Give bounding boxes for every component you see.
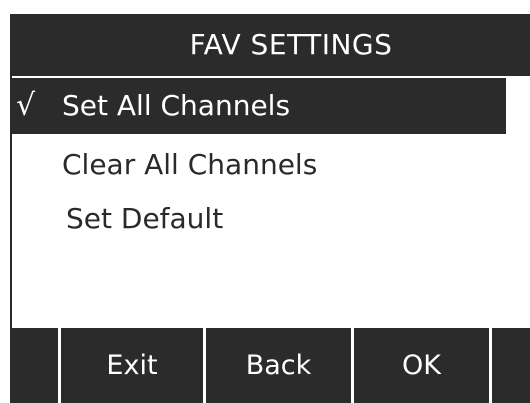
ok-button[interactable]: OK <box>354 328 489 403</box>
settings-menu: √ Set All Channels Clear All Channels Se… <box>12 78 530 246</box>
back-button[interactable]: Back <box>206 328 351 403</box>
softkey-blank-left <box>12 328 58 403</box>
title-bar: FAV SETTINGS <box>12 14 530 76</box>
menu-item-label: Clear All Channels <box>62 148 318 181</box>
softkey-blank-right <box>492 328 530 403</box>
checkmark-icon: √ <box>16 88 36 123</box>
menu-item-set-default[interactable]: Set Default <box>12 192 530 246</box>
softkey-bar: Exit Back OK <box>12 328 530 403</box>
menu-item-set-all-channels[interactable]: √ Set All Channels <box>12 78 506 134</box>
menu-item-clear-all-channels[interactable]: Clear All Channels <box>12 138 530 192</box>
device-screen: FAV SETTINGS √ Set All Channels Clear Al… <box>10 14 530 403</box>
menu-item-label: Set All Channels <box>62 89 291 122</box>
page-title: FAV SETTINGS <box>189 28 393 61</box>
exit-button[interactable]: Exit <box>61 328 203 403</box>
menu-item-label: Set Default <box>66 202 224 235</box>
